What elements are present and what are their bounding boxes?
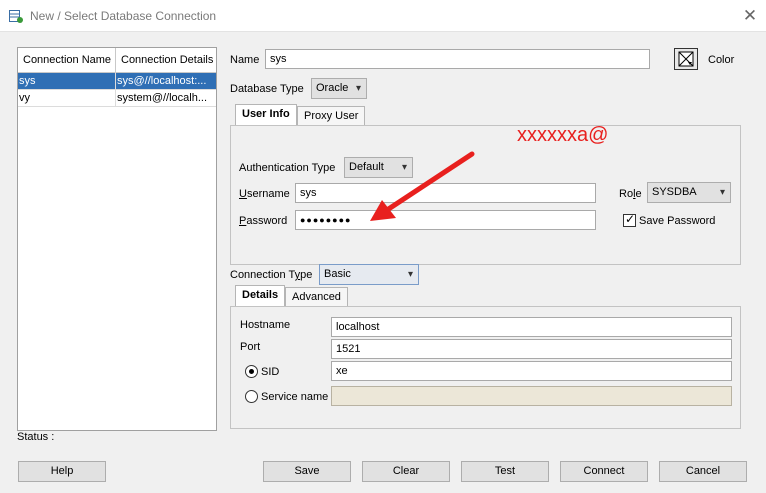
port-label: Port [240, 341, 261, 353]
column-header-connection-name[interactable]: Connection Name [18, 48, 116, 73]
database-connection-icon [9, 10, 23, 23]
table-row[interactable]: sys sys@//localhost:... [18, 73, 216, 90]
test-button[interactable]: Test [461, 461, 549, 482]
chevron-down-icon: ▾ [719, 187, 725, 198]
tab-user-info[interactable]: User Info [235, 104, 297, 126]
connection-details-cell: system@//localh... [117, 92, 208, 104]
database-type-label: Database Type [230, 83, 304, 95]
name-label: Name [230, 54, 260, 66]
password-label: Password [239, 215, 288, 227]
role-select[interactable]: SYSDBA ▾ [647, 182, 731, 203]
clear-button[interactable]: Clear [362, 461, 450, 482]
column-header-connection-details[interactable]: Connection Details [116, 48, 216, 73]
name-input[interactable]: sys [265, 49, 650, 69]
service-name-radio[interactable] [245, 390, 258, 403]
tab-advanced[interactable]: Advanced [285, 287, 348, 308]
role-value: SYSDBA [652, 186, 697, 198]
checkmark-icon: ✓ [625, 212, 636, 226]
role-label: Role [619, 188, 642, 200]
cancel-button[interactable]: Cancel [659, 461, 747, 482]
chevron-down-icon: ▾ [407, 269, 413, 280]
sid-radio[interactable] [245, 365, 258, 378]
tab-details[interactable]: Details [235, 285, 286, 307]
authentication-type-label: Authentication Type [239, 162, 336, 174]
service-name-input[interactable] [331, 386, 732, 406]
connection-type-value: Basic [324, 268, 351, 280]
hostname-label: Hostname [240, 319, 291, 331]
window-title: New / Select Database Connection [30, 9, 217, 23]
database-type-select[interactable]: Oracle ▾ [311, 78, 367, 99]
connect-button[interactable]: Connect [560, 461, 648, 482]
hostname-input[interactable]: localhost [331, 317, 732, 337]
port-input[interactable]: 1521 [331, 339, 732, 359]
connection-details-cell: sys@//localhost:... [117, 75, 207, 87]
annotation-text: xxxxxxa@ [517, 124, 609, 146]
no-color-icon [678, 51, 694, 67]
connection-name-cell: sys [18, 73, 116, 89]
connection-type-select[interactable]: Basic ▾ [319, 264, 419, 285]
username-label: Username [239, 188, 290, 200]
table-row[interactable]: vy system@//localh... [18, 90, 216, 107]
sid-label: SID [261, 366, 280, 378]
save-button[interactable]: Save [263, 461, 351, 482]
connection-name-cell: vy [18, 90, 116, 106]
chevron-down-icon: ▾ [355, 83, 361, 94]
save-password-label: Save Password [639, 215, 716, 227]
color-button[interactable] [674, 48, 698, 70]
red-arrow-annotation [370, 151, 475, 221]
close-icon[interactable]: ✕ [740, 6, 760, 26]
connections-table[interactable]: Connection Name Connection Details sys s… [17, 47, 217, 431]
sid-input[interactable]: xe [331, 361, 732, 381]
save-password-checkbox[interactable]: ✓ [623, 212, 636, 227]
tab-proxy-user[interactable]: Proxy User [297, 106, 366, 127]
title-bar: New / Select Database Connection ✕ [0, 0, 766, 32]
database-type-value: Oracle [316, 82, 349, 94]
connection-type-label: Connection Type [230, 269, 313, 281]
help-button[interactable]: Help [18, 461, 106, 482]
color-label: Color [708, 54, 735, 66]
status-label: Status : [17, 431, 55, 443]
service-name-label: Service name [261, 391, 329, 403]
